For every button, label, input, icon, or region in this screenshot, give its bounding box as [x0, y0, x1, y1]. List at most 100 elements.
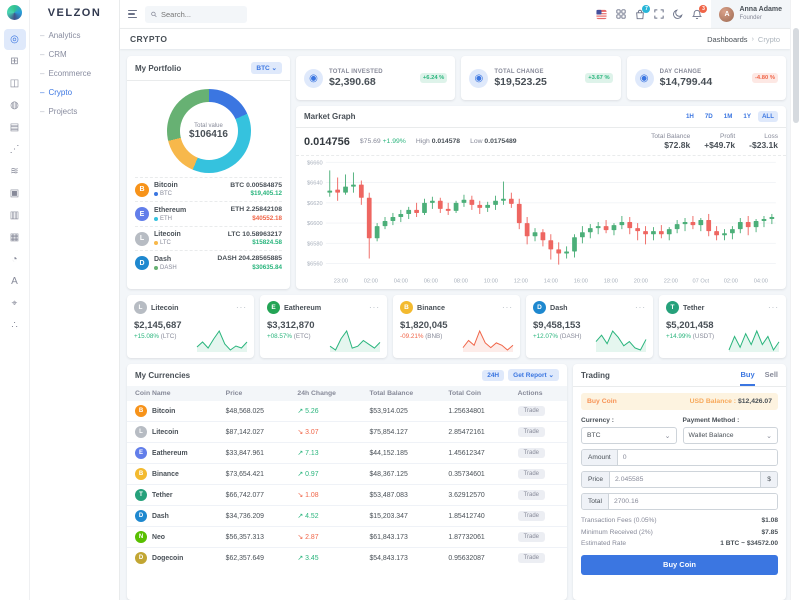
asset-ticker: ETH: [154, 216, 186, 222]
sidebar-rail-item[interactable]: ▥: [4, 205, 26, 226]
portfolio-currency-select[interactable]: BTC ⌄: [251, 62, 282, 74]
market-price: 0.014756: [304, 135, 350, 148]
cell-total-balance: $53,914.025: [369, 407, 408, 415]
trade-button[interactable]: Trade: [517, 553, 546, 563]
trade-button[interactable]: Trade: [517, 490, 546, 500]
coin-change-pct: +08.57%: [267, 333, 294, 340]
sidebar-item-crm[interactable]: – CRM: [30, 45, 119, 64]
breadcrumb-root[interactable]: Dashboards: [707, 35, 747, 44]
breadcrumb-current: Crypto: [757, 34, 780, 44]
more-options-icon[interactable]: ···: [635, 303, 646, 311]
table-row[interactable]: B Bitcoin $48,568.025 ↗ 5.26 $53,914.025 1.25…: [127, 401, 567, 422]
table-row[interactable]: E Eathereum $33,847.961 ↗ 7.13 $44,152.185 1.…: [127, 442, 567, 464]
asset-info: Bitcoin BTC: [154, 182, 178, 197]
tab-sell[interactable]: Sell: [765, 370, 778, 386]
cell-price: $66,742.077: [217, 484, 290, 506]
trade-button[interactable]: Trade: [517, 448, 546, 458]
table-row[interactable]: D Dash $34,736.209 ↗ 4.52 $15,203.347 1.85412…: [127, 505, 567, 527]
search-icon: [151, 11, 157, 17]
portfolio-asset-row[interactable]: L Litecoin LTC LTC 10.58963217 $15824.58: [135, 225, 282, 250]
coin-icon-litecoin: L: [134, 301, 147, 314]
market-delta: $75.69 +1.99%: [359, 138, 406, 145]
language-flag-icon[interactable]: [596, 9, 608, 20]
payment-method-select[interactable]: Wallet Balance ⌄: [682, 427, 778, 444]
dark-mode-moon-icon[interactable]: [673, 9, 684, 19]
sidebar-item-analytics[interactable]: – Analytics: [30, 26, 119, 45]
cell-24h-change: ↗ 0.97: [289, 463, 362, 485]
more-options-icon[interactable]: ···: [236, 303, 247, 311]
table-row[interactable]: B Binance $73,654.421 ↗ 0.97 $48,367.125 0.35…: [127, 463, 567, 485]
coin-pair: (DASH): [559, 333, 582, 340]
more-options-icon[interactable]: ···: [768, 303, 779, 311]
range-button-1y[interactable]: 1Y: [739, 111, 755, 122]
trade-button[interactable]: Trade: [517, 406, 546, 416]
column-header: Actions: [509, 386, 567, 401]
market-total-balance: Total Balance $72.8k: [651, 133, 691, 150]
buy-coin-button[interactable]: Buy Coin: [581, 554, 778, 575]
sidebar-rail-item[interactable]: A: [4, 271, 26, 292]
notifications-badge: 3: [699, 4, 708, 13]
table-row[interactable]: D Dogecoin $62,357.649 ↗ 3.45 $54,843.173 0.9…: [127, 547, 567, 568]
portfolio-asset-row[interactable]: B Bitcoin BTC BTC 0.00584875 $19,405.12: [135, 177, 282, 201]
sidebar-rail-item[interactable]: ▣: [4, 183, 26, 204]
trade-button[interactable]: Trade: [517, 469, 546, 479]
trade-button[interactable]: Trade: [517, 532, 546, 542]
coin-name: Litecoin: [152, 428, 179, 436]
range-button-1h[interactable]: 1H: [682, 111, 698, 122]
currency-select[interactable]: BTC ⌄: [581, 427, 677, 444]
sidebar-rail-item[interactable]: ◫: [4, 73, 26, 94]
trade-button[interactable]: Trade: [517, 427, 546, 437]
more-options-icon[interactable]: ···: [502, 303, 513, 311]
table-row[interactable]: T Tether $66,742.077 ↘ 1.08 $53,487.083 3.629…: [127, 484, 567, 506]
amount-input[interactable]: [617, 450, 777, 465]
range-button-all[interactable]: ALL: [757, 111, 778, 122]
fullscreen-icon[interactable]: [654, 9, 665, 19]
currencies-table: Coin Name Price 24h Change Total Balance Tot…: [127, 386, 567, 568]
trade-button[interactable]: Trade: [517, 511, 546, 521]
asset-ticker: DASH: [154, 265, 177, 271]
trading-balance-banner: Buy Coin USD Balance : $12,426.07: [581, 393, 778, 410]
apps-grid-icon[interactable]: [616, 9, 627, 19]
portfolio-asset-row[interactable]: E Ethereum ETH ETH 2.25842108 $40552.18: [135, 201, 282, 225]
sidebar-rail-item[interactable]: ≋: [4, 161, 26, 182]
search-input[interactable]: [161, 9, 241, 19]
hamburger-menu-icon[interactable]: [128, 9, 137, 19]
sidebar-rail-item[interactable]: ◎: [3, 29, 26, 50]
stat-texts: TOTAL INVESTED $2,390.68: [329, 68, 383, 88]
coin-icon-dogecoin: D: [135, 552, 147, 564]
sidebar-item-projects[interactable]: – Projects: [30, 102, 119, 121]
table-row[interactable]: N Neo $56,357.313 ↘ 2.87 $61,843.173 1.877320…: [127, 526, 567, 548]
sidebar-rail-item[interactable]: ⌖: [4, 293, 26, 314]
sidebar-item-ecommerce[interactable]: – Ecommerce: [30, 64, 119, 83]
coin-card-litecoin: L Litecoin ··· $2,145,687 +15.08% (LTC): [127, 295, 254, 358]
total-input[interactable]: [608, 494, 777, 509]
notifications-bell-icon[interactable]: 3: [692, 4, 708, 20]
brand-logo[interactable]: VELZON: [30, 0, 119, 26]
more-options-icon[interactable]: ···: [369, 303, 380, 311]
range-button-7d[interactable]: 7D: [701, 111, 717, 122]
currencies-range-button[interactable]: 24H: [482, 369, 505, 381]
sidebar-rail-item[interactable]: ◍: [4, 95, 26, 116]
sidebar-rail-item[interactable]: ▦: [4, 227, 26, 248]
get-report-button[interactable]: Get Report ⌄: [508, 369, 559, 381]
sidebar-rail-item[interactable]: ⋰: [4, 139, 26, 160]
sidebar-rail-item[interactable]: ◔: [4, 249, 26, 270]
tab-buy[interactable]: Buy: [740, 370, 755, 386]
sidebar-item-crypto[interactable]: – Crypto: [30, 83, 119, 102]
cell-coin-name: E Eathereum: [135, 447, 210, 459]
sidebar-rail-item[interactable]: ▤: [4, 117, 26, 138]
range-button-1m[interactable]: 1M: [720, 111, 737, 122]
logo-mark-icon[interactable]: [7, 5, 22, 20]
table-row[interactable]: L Litecoin $87,142.027 ↘ 3.07 $75,854.127 2.8…: [127, 421, 567, 443]
coin-icon-tether: T: [135, 489, 147, 501]
scrollbar-thumb[interactable]: [793, 28, 799, 123]
price-input[interactable]: [610, 472, 761, 487]
coin-card-header: B Binance ···: [400, 301, 513, 314]
chevron-down-icon: ⌄: [664, 432, 671, 440]
sidebar-rail-item[interactable]: ⊞: [4, 51, 26, 72]
ticker-dot-icon: [154, 265, 158, 270]
cart-icon[interactable]: 7: [635, 4, 651, 20]
portfolio-asset-row[interactable]: D Dash DASH DASH 204.28565885 $30635.84: [135, 250, 282, 274]
sidebar-rail-item[interactable]: ∴: [4, 315, 26, 336]
user-menu[interactable]: A Anna Adame Founder: [711, 0, 790, 28]
